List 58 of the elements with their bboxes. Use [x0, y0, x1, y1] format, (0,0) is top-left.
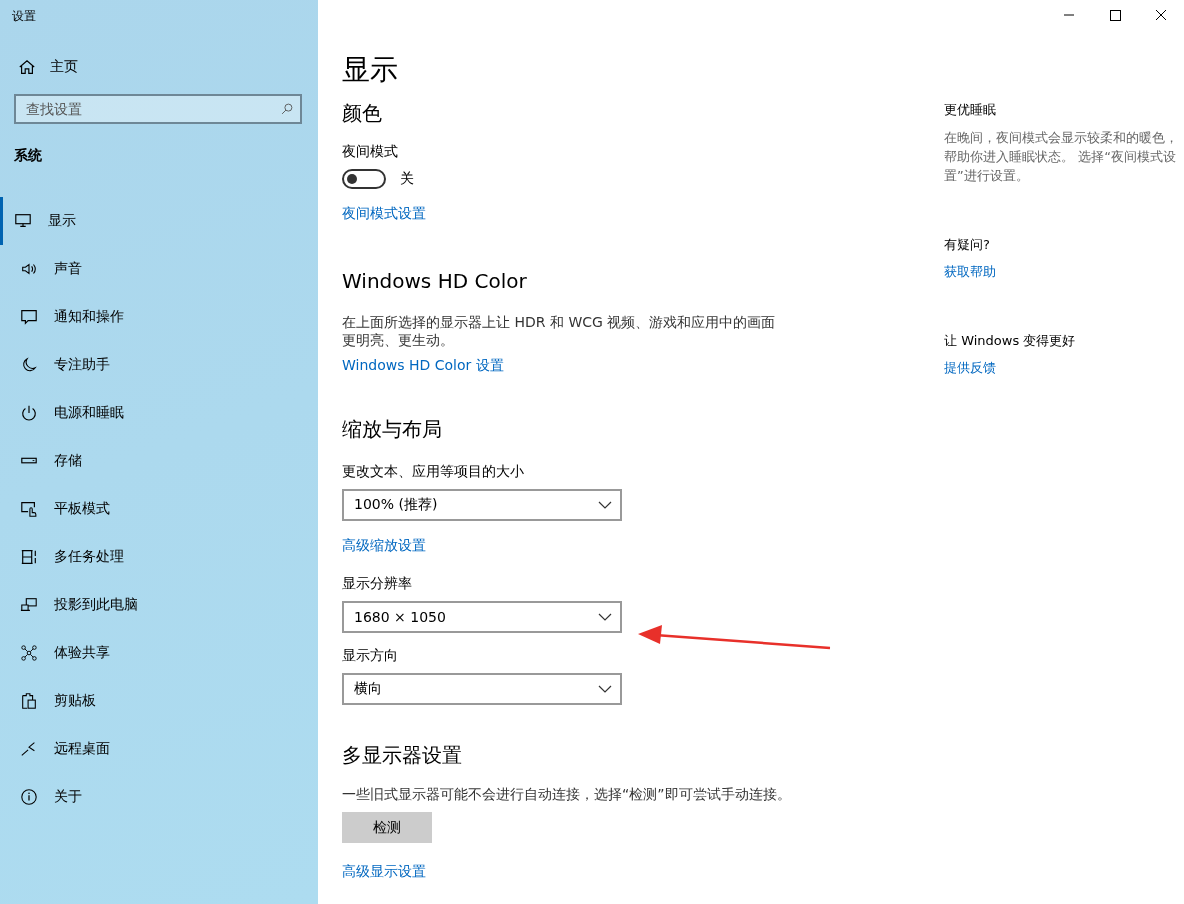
network-nodes-icon [20, 644, 38, 662]
dropdown[interactable]: 1680 × 1050 [342, 601, 622, 633]
nav-item[interactable]: 声音 [0, 245, 318, 293]
field-label: 显示分辨率 [342, 574, 412, 593]
nav-item[interactable]: 剪贴板 [0, 677, 318, 725]
toggle-switch[interactable] [342, 169, 386, 189]
power-icon [20, 404, 38, 422]
settings-link[interactable]: 夜间模式设置 [342, 203, 426, 223]
moon-icon [20, 356, 38, 374]
aside-text: 在晚间，夜间模式会显示较柔和的暖色，帮助你进入睡眠状态。 选择“夜间模式设置”进行设置。 [944, 129, 1179, 185]
dropdown[interactable]: 100% (推荐) [342, 489, 622, 521]
nav-item[interactable]: 多任务处理 [0, 533, 318, 581]
nav-item[interactable]: 投影到此电脑 [0, 581, 318, 629]
search-field[interactable]: 查找设置 [14, 94, 302, 124]
nav-item[interactable]: 显示 [0, 197, 318, 245]
nav-item[interactable]: 存储 [0, 437, 318, 485]
search-icon [280, 102, 294, 116]
remote-arrows-icon [20, 740, 38, 758]
monitor-icon [14, 212, 32, 230]
section-description: 一些旧式显示器可能不会进行自动连接，选择“检测”即可尝试手动连接。 [342, 785, 792, 804]
nav-item[interactable]: 电源和睡眠 [0, 389, 318, 437]
toggle-state-text: 关 [400, 170, 414, 188]
aside-heading: 让 Windows 变得更好 [944, 332, 1076, 350]
window-title: 设置 [11, 8, 37, 25]
page-title: 显示 [342, 52, 398, 88]
nav-item[interactable]: 体验共享 [0, 629, 318, 677]
aside-heading: 更优睡眠 [944, 101, 996, 119]
section-heading: 系统 [14, 147, 42, 165]
section-heading: 颜色 [342, 100, 382, 127]
section-heading: 缩放与布局 [342, 416, 442, 443]
nav-item[interactable]: 专注助手 [0, 341, 318, 389]
settings-link[interactable]: 高级缩放设置 [342, 535, 426, 555]
aside-link[interactable]: 获取帮助 [944, 263, 996, 281]
section-heading: Windows HD Color [342, 268, 527, 295]
nav-item[interactable]: 通知和操作 [0, 293, 318, 341]
dropdown[interactable]: 横向 [342, 673, 622, 705]
section-heading: 多显示器设置 [342, 742, 462, 769]
aside-heading: 有疑问? [944, 236, 990, 254]
section-description: 在上面所选择的显示器上让 HDR 和 WCG 视频、游戏和应用中的画面更明亮、更生动。 [342, 313, 777, 349]
home-link[interactable]: 主页 [16, 56, 80, 78]
aside-link[interactable]: 提供反馈 [944, 359, 996, 377]
field-label: 显示方向 [342, 646, 398, 665]
nav-item[interactable]: 平板模式 [0, 485, 318, 533]
speech-bubble-icon [20, 308, 38, 326]
home-icon [18, 58, 36, 76]
projector-screen-icon [20, 596, 38, 614]
toggle-label: 夜间模式 [342, 142, 398, 161]
detect-button[interactable]: 检测 [342, 812, 432, 843]
field-label: 更改文本、应用等项目的大小 [342, 462, 524, 481]
nav-item[interactable]: 关于 [0, 773, 318, 821]
tablet-touch-icon [20, 500, 38, 518]
info-icon [20, 788, 38, 806]
multitask-icon [20, 548, 38, 566]
nav-item[interactable]: 远程桌面 [0, 725, 318, 773]
settings-link[interactable]: 高级显示设置 [342, 861, 426, 881]
settings-link[interactable]: Windows HD Color 设置 [342, 355, 504, 375]
speaker-icon [20, 260, 38, 278]
clipboard-icon [20, 692, 38, 710]
